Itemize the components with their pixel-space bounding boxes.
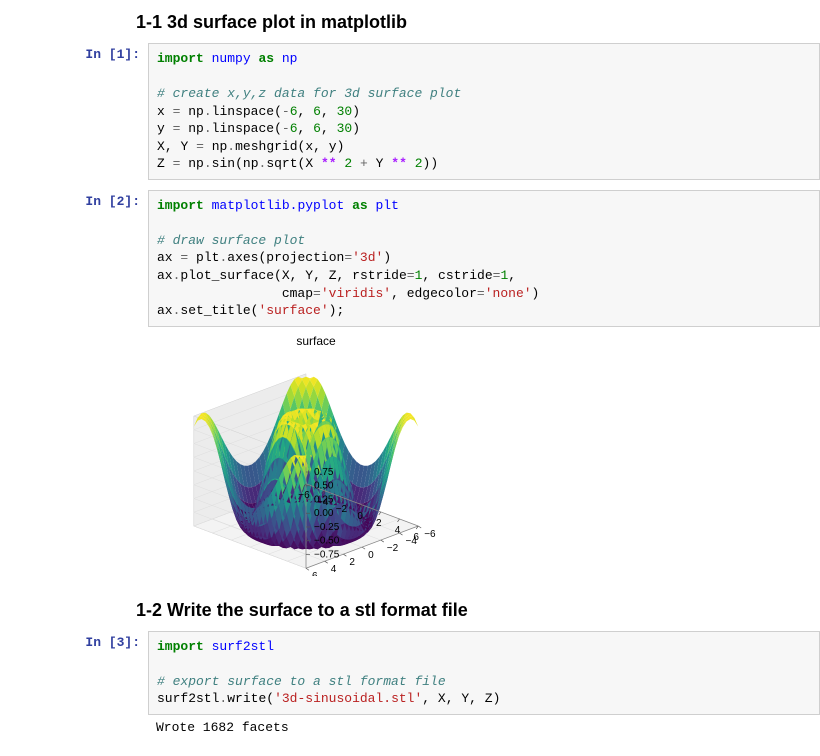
surface-plot-output: −6−4−20246−6−4−20246−0.75−0.50−0.250.000… — [136, 331, 496, 576]
svg-text:0.50: 0.50 — [314, 480, 334, 491]
svg-text:−0.50: −0.50 — [314, 535, 340, 546]
input-prompt-1: In [1]: — [0, 43, 148, 180]
code-cell-3[interactable]: import surf2stl # export surface to a st… — [148, 631, 820, 715]
svg-text:2: 2 — [349, 557, 355, 568]
heading-sec1-2: 1-2 Write the surface to a stl format fi… — [136, 600, 820, 621]
svg-text:−4: −4 — [406, 536, 418, 547]
svg-text:−6: −6 — [424, 529, 436, 540]
input-prompt-3: In [3]: — [0, 631, 148, 737]
svg-text:surface: surface — [296, 334, 336, 348]
svg-text:0.00: 0.00 — [314, 508, 334, 519]
svg-text:6: 6 — [312, 571, 318, 576]
svg-text:−2: −2 — [336, 503, 348, 514]
heading-sec1-1: 1-1 3d surface plot in matplotlib — [136, 12, 820, 33]
svg-text:−6: −6 — [298, 489, 310, 500]
svg-text:0: 0 — [357, 511, 363, 522]
svg-text:−2: −2 — [387, 543, 399, 554]
svg-text:4: 4 — [331, 564, 337, 575]
svg-text:−0.25: −0.25 — [314, 522, 340, 533]
code-cell-1[interactable]: import numpy as np # create x,y,z data f… — [148, 43, 820, 180]
svg-text:4: 4 — [395, 525, 401, 536]
svg-text:0: 0 — [368, 550, 374, 561]
svg-text:−0.75: −0.75 — [314, 549, 340, 560]
svg-text:0.75: 0.75 — [314, 467, 334, 478]
svg-text:2: 2 — [376, 518, 382, 529]
input-prompt-2: In [2]: — [0, 190, 148, 327]
svg-text:0.25: 0.25 — [314, 494, 334, 505]
code-cell-2[interactable]: import matplotlib.pyplot as plt # draw s… — [148, 190, 820, 327]
